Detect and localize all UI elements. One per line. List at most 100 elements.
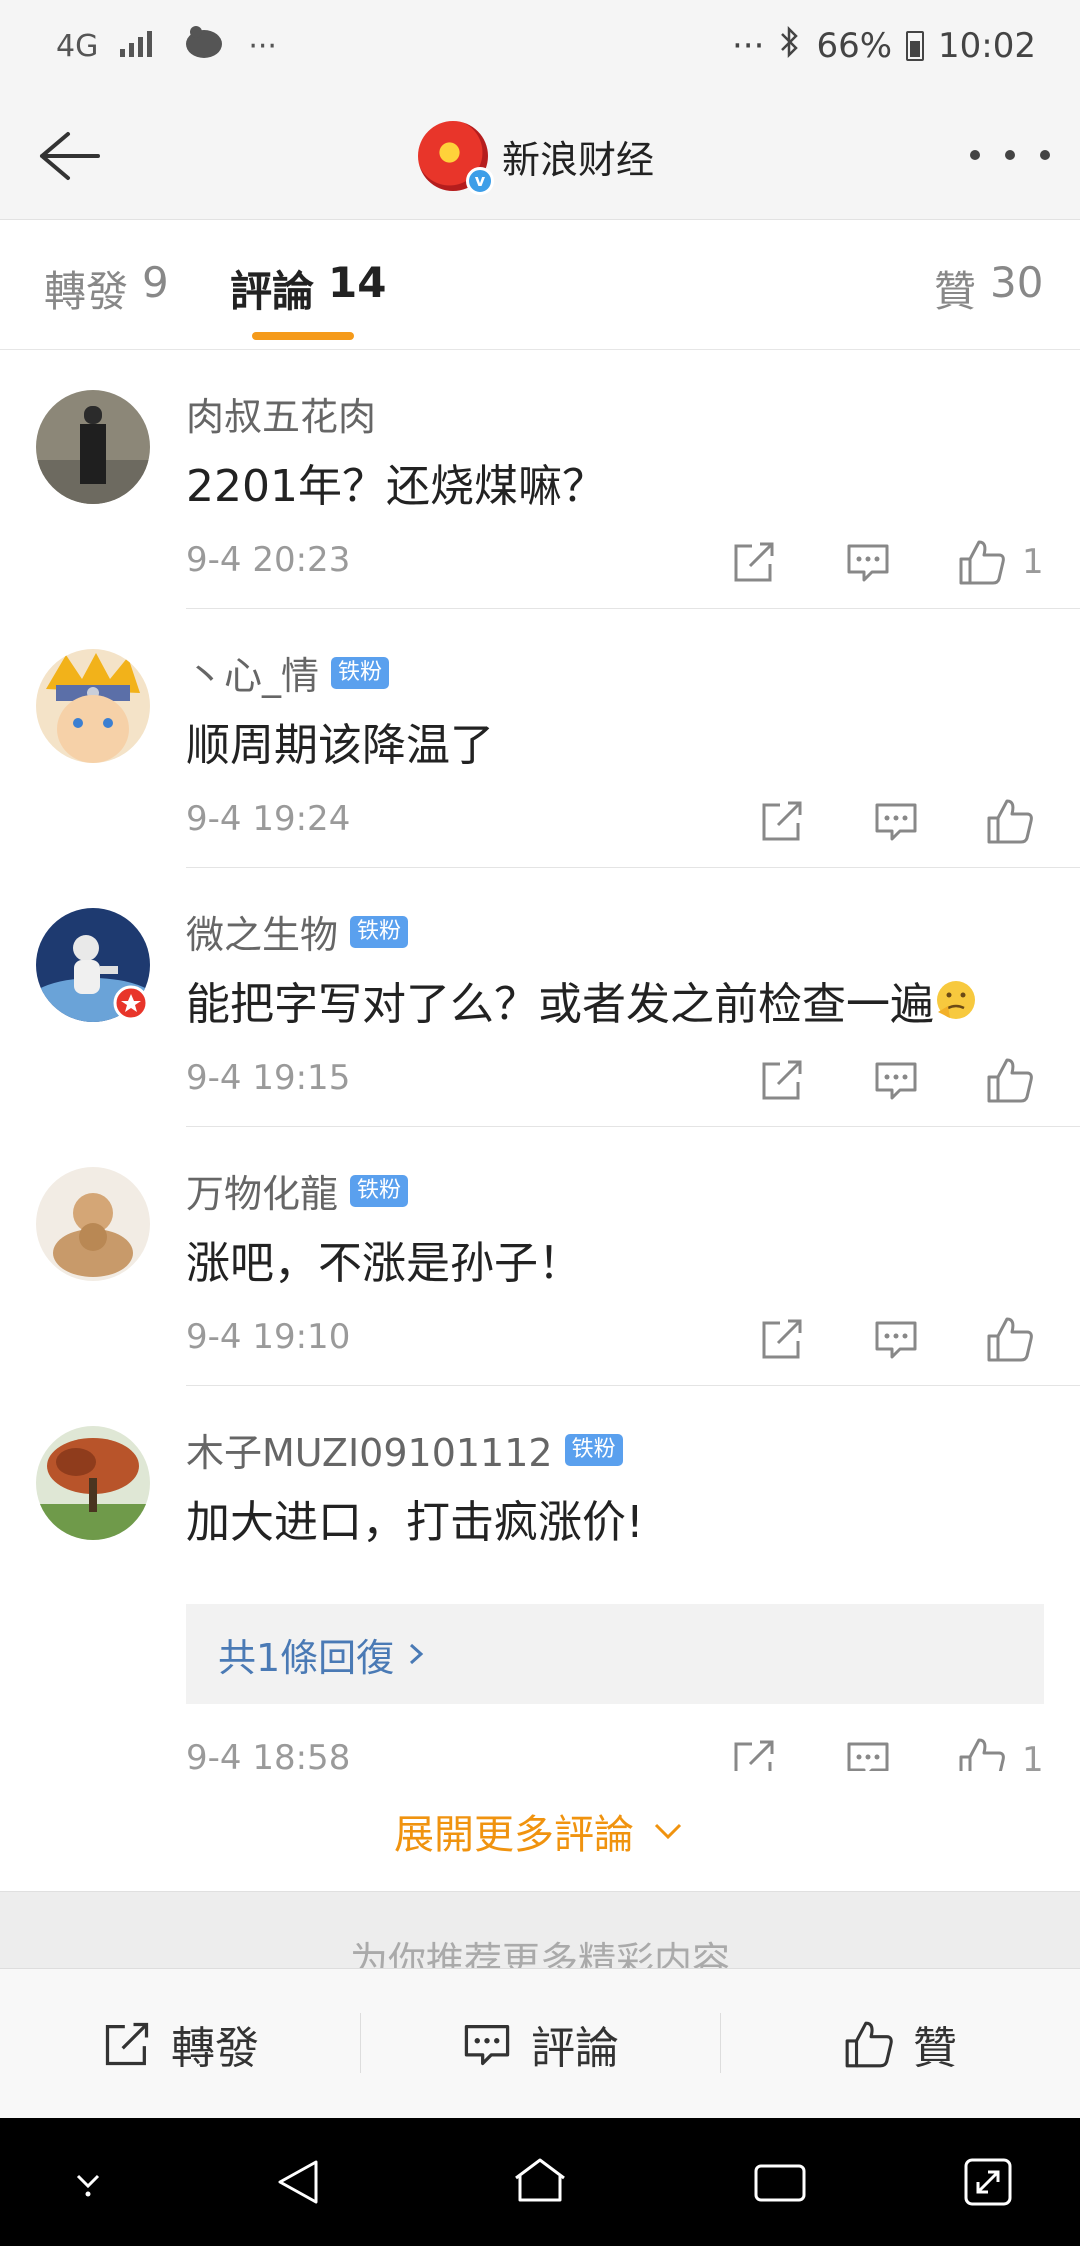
comment-actions: [754, 1311, 1038, 1367]
reply-button[interactable]: [840, 534, 896, 590]
back-arrow-icon: [40, 132, 100, 180]
repost-button[interactable]: [754, 1052, 810, 1108]
comment-action[interactable]: 評論: [360, 1969, 720, 2118]
repost-button[interactable]: [754, 793, 810, 849]
repost-button[interactable]: [754, 1311, 810, 1367]
top-header: v 新浪财经: [0, 92, 1080, 220]
reply-summary: 共1條回復: [218, 1635, 395, 1680]
comment-icon: [875, 1062, 917, 1100]
bluetooth-icon: [778, 24, 802, 69]
fan-badge: 铁粉: [564, 1433, 623, 1466]
tab-likes[interactable]: 贊 30: [934, 258, 1043, 319]
thumbs-up-icon: [845, 2021, 893, 2067]
chevron-down-icon: [654, 1823, 682, 1840]
comment-icon: [875, 803, 917, 841]
hide-keyboard-icon[interactable]: [58, 2152, 118, 2212]
comment-label: 評論: [531, 2022, 619, 2074]
comment-icon: [847, 544, 889, 582]
repost-action[interactable]: 轉發: [0, 1969, 360, 2118]
account-title[interactable]: v 新浪财经: [418, 116, 654, 196]
avatar[interactable]: [36, 908, 150, 1022]
commenter-name[interactable]: 肉叔五花肉: [186, 386, 376, 441]
share-icon: [762, 801, 802, 841]
fan-badge: 铁粉: [331, 656, 390, 689]
dot-icon: [1040, 150, 1050, 160]
thumbs-up-icon: [987, 799, 1033, 844]
system-navigation-bar: [0, 2118, 1080, 2246]
repost-label: 轉發: [171, 2022, 259, 2074]
tab-count: 9: [142, 258, 169, 307]
avatar[interactable]: [36, 390, 150, 504]
reply-button[interactable]: [868, 793, 924, 849]
comment-text: 能把字写对了么？或者发之前检查一遍: [186, 979, 934, 1030]
account-avatar: v: [418, 121, 494, 195]
fan-badge: 铁粉: [350, 1174, 409, 1207]
comment-time: 9-4 19:15: [186, 1058, 351, 1098]
back-button[interactable]: [28, 116, 108, 196]
thumbs-up-icon: [987, 1317, 1033, 1362]
more-options-button[interactable]: [970, 130, 1050, 180]
tab-comments[interactable]: 評論 14: [230, 258, 386, 319]
repost-button[interactable]: [726, 534, 782, 590]
commenter-name[interactable]: 微之生物: [186, 904, 338, 959]
comment-list: 肉叔五花肉 2201年？还烧煤嘛？ 9-4 20:23 1 丶心_情 铁粉 顺周…: [0, 350, 1080, 1808]
share-icon: [762, 1060, 802, 1100]
tab-count: 30: [990, 258, 1044, 307]
tab-reposts[interactable]: 轉發 9: [44, 258, 169, 319]
commenter-name[interactable]: 丶心_情: [186, 645, 319, 700]
comment-item: 肉叔五花肉 2201年？还烧煤嘛？ 9-4 20:23 1: [0, 350, 1080, 609]
dot-icon: [970, 150, 980, 160]
comment-text: 2201年？还烧煤嘛？: [186, 461, 606, 512]
thumbs-up-icon: [987, 1058, 1033, 1103]
home-nav-icon[interactable]: [510, 2152, 570, 2212]
more-notifications: ···: [248, 28, 277, 64]
view-replies-button[interactable]: 共1條回復: [186, 1604, 1044, 1704]
tab-label: 評論: [230, 267, 315, 316]
app-notification-icon: [182, 24, 226, 68]
rotate-screen-icon[interactable]: [958, 2152, 1018, 2212]
tab-count: 14: [328, 258, 387, 307]
battery-percent: 66%: [816, 26, 893, 66]
verified-icon: v: [466, 167, 494, 195]
share-icon: [762, 1319, 802, 1359]
like-action[interactable]: 贊: [720, 1969, 1080, 2118]
tab-label: 轉發: [44, 267, 129, 316]
commenter-name[interactable]: 万物化龍: [186, 1163, 338, 1218]
fan-badge: 铁粉: [350, 915, 409, 948]
expand-more-label: 展開更多評論: [394, 1812, 634, 1858]
like-button[interactable]: [954, 534, 1010, 590]
tab-bar: 轉發 9 評論 14 贊 30: [0, 220, 1080, 350]
network-indicator: 4G: [56, 28, 99, 64]
avatar[interactable]: [36, 649, 150, 763]
share-icon: [105, 2022, 149, 2065]
comment-text: 涨吧，不涨是孙子！: [186, 1238, 582, 1289]
commenter-name[interactable]: 木子MUZI09101112: [186, 1422, 553, 1477]
reply-button[interactable]: [868, 1311, 924, 1367]
chevron-right-icon: [410, 1643, 424, 1665]
status-dots: ···: [732, 26, 765, 66]
dot-icon: [1005, 150, 1015, 160]
clock: 10:02: [938, 26, 1036, 66]
comment-item: 万物化龍 铁粉 涨吧，不涨是孙子！ 9-4 19:10: [0, 1127, 1080, 1386]
avatar[interactable]: [36, 1167, 150, 1281]
thumbs-up-icon: [959, 540, 1005, 585]
recent-apps-icon[interactable]: [750, 2152, 810, 2212]
back-nav-icon[interactable]: [270, 2152, 330, 2212]
avatar[interactable]: [36, 1426, 150, 1540]
page-title: 新浪财经: [502, 137, 655, 182]
reply-button[interactable]: [868, 1052, 924, 1108]
comment-text: 顺周期该降温了: [186, 720, 494, 771]
bottom-action-bar: 轉發 評論 贊: [0, 1968, 1080, 2118]
recommend-heading: 为你推荐更多精彩内容: [349, 1939, 730, 1971]
like-button[interactable]: [982, 793, 1038, 849]
like-button[interactable]: [982, 1311, 1038, 1367]
comment-time: 9-4 19:24: [186, 799, 351, 839]
like-button[interactable]: [982, 1052, 1038, 1108]
comment-time: 9-4 20:23: [186, 540, 351, 580]
expand-more-comments-button[interactable]: 展開更多評論: [0, 1771, 1080, 1891]
like-label: 贊: [913, 2022, 957, 2074]
thinking-emoji-icon: [937, 981, 975, 1019]
active-tab-indicator: [252, 332, 354, 340]
recommend-section: 为你推荐更多精彩内容: [0, 1891, 1080, 1971]
comment-icon: [875, 1321, 917, 1359]
